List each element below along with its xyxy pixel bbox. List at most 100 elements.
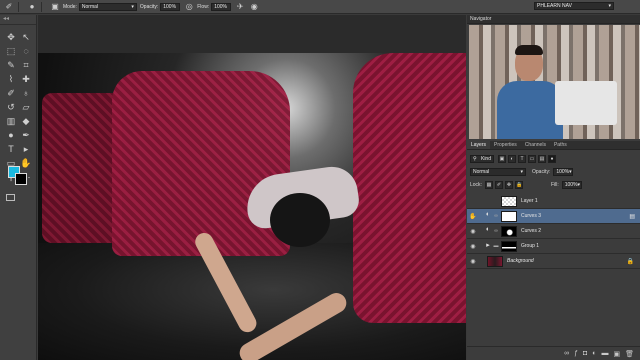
document-canvas-area[interactable]	[38, 15, 466, 360]
workspace-dropdown[interactable]: PHLEARN NAV ▾	[534, 2, 614, 10]
history-brush-tool-icon[interactable]: ↺	[5, 101, 17, 113]
hand-tool-icon[interactable]: ✋	[20, 157, 32, 169]
layer-mask-thumbnail[interactable]	[501, 210, 517, 222]
tab-properties[interactable]: Properties	[490, 141, 521, 149]
dodge-tool-icon[interactable]: ●	[5, 129, 17, 141]
layer-row-curves-2[interactable]: ◉ ◐ ∞ Curves 2	[467, 224, 640, 239]
mode-dropdown[interactable]: Normal ▾	[78, 2, 137, 11]
filter-adjustment-icon[interactable]: ◐	[508, 154, 516, 163]
layers-tabs: Layers Properties Channels Paths	[467, 141, 640, 150]
navigator-header[interactable]: Navigator	[467, 15, 640, 24]
brush-preset-icon[interactable]: ✐	[4, 2, 14, 12]
lock-pixels-icon[interactable]: ✐	[494, 180, 503, 189]
search-icon: ⚲	[473, 155, 477, 162]
chevron-down-icon: ▾	[577, 181, 581, 188]
layer-name: Curves 2	[521, 228, 542, 234]
marquee-tool-icon[interactable]: ⬚	[5, 45, 17, 57]
crop-tool-icon[interactable]: ⌗	[20, 59, 32, 71]
layer-mask-thumbnail[interactable]	[501, 240, 517, 252]
blur-tool-icon[interactable]: ◆	[20, 115, 32, 127]
fill-field[interactable]: 100% ▾	[561, 180, 582, 189]
layer-row-layer-1[interactable]: Layer 1	[467, 194, 640, 209]
curves-adjustment-icon: ◐	[485, 226, 491, 233]
tool-grid: ✥↖⬚◌✎⌗⌇✚✐♁↺▱▥◆●✒T▸▭✋⚲⋯	[0, 25, 36, 183]
filter-pixel-icon[interactable]: ▣	[498, 154, 506, 163]
layer-row-curves-3[interactable]: ✋ ◐ ∞ Curves 3 ▤	[467, 209, 640, 224]
new-group-icon[interactable]: ▬	[601, 350, 608, 357]
link-icon[interactable]: ∞	[493, 228, 499, 234]
tab-paths[interactable]: Paths	[550, 141, 571, 149]
fill-value: 100%	[564, 181, 578, 188]
gradient-tool-icon[interactable]: ▥	[5, 115, 17, 127]
fx-icon[interactable]: ƒ	[574, 350, 578, 357]
filter-kind-value: Kind	[480, 155, 491, 162]
navigator-preview[interactable]	[469, 25, 640, 139]
pressure-size-icon[interactable]: ◉	[249, 2, 259, 12]
filter-type-icon[interactable]: T	[518, 154, 526, 163]
trash-icon[interactable]: 🗑	[625, 350, 634, 358]
layer-row-background[interactable]: ◉ Background 🔒	[467, 254, 640, 269]
chevron-down-icon: ▾	[608, 3, 611, 9]
right-panels: Navigator Layers Properties Channels Pat…	[467, 15, 640, 360]
eye-icon[interactable]: ◉	[467, 243, 479, 250]
clone-stamp-tool-icon[interactable]: ♁	[20, 87, 32, 99]
artboard-tool-icon[interactable]: ↖	[20, 31, 32, 43]
brush-size-icon[interactable]: ●	[27, 2, 37, 12]
eraser-tool-icon[interactable]: ▱	[20, 101, 32, 113]
brush-panel-icon[interactable]: ▣	[50, 2, 60, 12]
layer-thumbnail	[487, 255, 503, 267]
airbrush-icon[interactable]: ✈	[235, 2, 245, 12]
lasso-tool-icon[interactable]: ◌	[20, 45, 32, 57]
filter-kind-dropdown[interactable]: ⚲ Kind	[470, 154, 494, 163]
panel-grip[interactable]: ◂◂	[0, 15, 36, 25]
new-adjustment-icon[interactable]: ◐	[592, 350, 596, 357]
quick-select-tool-icon[interactable]: ✎	[5, 59, 17, 71]
brush-tool-icon[interactable]: ✐	[5, 87, 17, 99]
layer-thumbnail	[501, 195, 517, 207]
filter-toggle-icon[interactable]: ●	[548, 154, 556, 163]
new-layer-icon[interactable]: ▣	[613, 350, 620, 358]
layer-row-group-1[interactable]: ◉ ▸ ▬ Group 1	[467, 239, 640, 254]
hand-cursor-icon[interactable]: ✋	[467, 213, 479, 220]
preview-person-hair	[515, 45, 543, 55]
layer-name: Group 1	[521, 243, 540, 249]
background-color-swatch[interactable]	[15, 173, 27, 185]
mode-value: Normal	[81, 3, 99, 10]
tab-layers[interactable]: Layers	[467, 141, 491, 149]
link-layers-icon[interactable]: ∞	[564, 350, 569, 357]
filter-shape-icon[interactable]: ▭	[528, 154, 536, 163]
path-select-tool-icon[interactable]: ▸	[20, 143, 32, 155]
move-tool-icon[interactable]: ✥	[5, 31, 17, 43]
document-image[interactable]	[38, 53, 466, 360]
blend-mode-value: Normal	[473, 168, 490, 175]
add-mask-icon[interactable]: ◘	[583, 350, 587, 357]
image-person-head	[270, 193, 330, 247]
opacity-field[interactable]: 100%	[160, 2, 181, 11]
spot-healing-tool-icon[interactable]: ✚	[20, 73, 32, 85]
layer-opacity-field[interactable]: 100% ▾	[553, 167, 574, 176]
pressure-opacity-icon[interactable]: ◎	[184, 2, 194, 12]
image-left-chair-back	[42, 93, 122, 243]
tab-channels[interactable]: Channels	[521, 141, 550, 149]
layers-footer: ∞ ƒ ◘ ◐ ▬ ▣ 🗑	[467, 346, 640, 360]
layer-mask-thumbnail[interactable]	[501, 225, 517, 237]
lock-position-icon[interactable]: ✥	[504, 180, 513, 189]
flow-field[interactable]: 100%	[211, 2, 232, 11]
lock-transparent-icon[interactable]: ▦	[484, 180, 493, 189]
quick-mask-icon[interactable]	[6, 194, 15, 201]
link-icon[interactable]: ∞	[493, 213, 499, 219]
layer-name: Layer 1	[521, 198, 538, 204]
eye-icon[interactable]: ◉	[467, 228, 479, 235]
blend-mode-dropdown[interactable]: Normal ▾	[470, 167, 526, 176]
pen-tool-icon[interactable]: ✒	[20, 129, 32, 141]
mode-label: Mode:	[63, 3, 77, 10]
expand-arrow-icon[interactable]: ▸	[483, 241, 493, 251]
layers-list: Layer 1 ✋ ◐ ∞ Curves 3 ▤ ◉ ◐ ∞ Curves 2 …	[467, 194, 640, 269]
lock-all-icon[interactable]: 🔒	[514, 180, 523, 189]
type-tool-icon[interactable]: T	[5, 143, 17, 155]
opacity-value: 100%	[163, 3, 177, 10]
filter-smart-icon[interactable]: ▤	[538, 154, 546, 163]
eyedropper-tool-icon[interactable]: ⌇	[5, 73, 17, 85]
folder-icon: ▬	[493, 243, 499, 249]
eye-icon[interactable]: ◉	[467, 258, 479, 265]
